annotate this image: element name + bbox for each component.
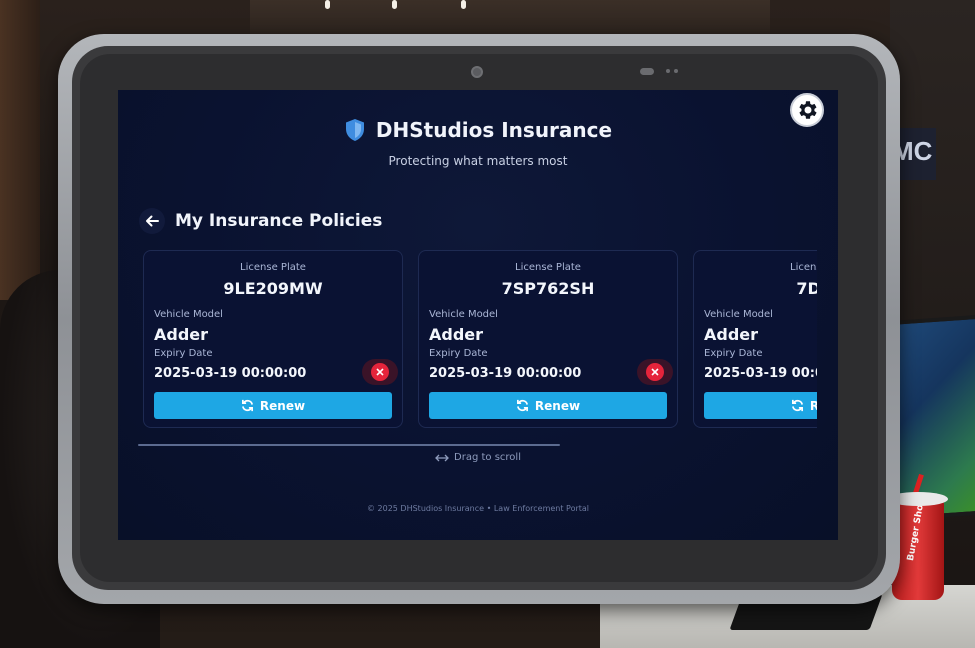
expiry-date-label: Expiry Date	[429, 348, 488, 359]
tablet-screen: DHStudios Insurance Protecting what matt…	[118, 90, 838, 540]
ceiling-light	[392, 0, 397, 9]
expiry-date-value: 2025-03-19 00:00:00	[154, 366, 307, 381]
ceiling-light	[325, 0, 330, 9]
section-title: My Insurance Policies	[175, 211, 383, 231]
expiry-date-label: Expiry Date	[154, 348, 213, 359]
sensor-pill	[640, 68, 654, 75]
cancel-policy-button[interactable]	[637, 359, 673, 385]
refresh-icon	[516, 399, 528, 412]
section-header: My Insurance Policies	[139, 208, 382, 234]
app-title: DHStudios Insurance	[375, 118, 613, 142]
drag-hint-text: Drag to scroll	[454, 452, 521, 463]
expiry-date-value: 2025-03-19 00:00:00	[704, 366, 817, 381]
app-header: DHStudios Insurance Protecting what matt…	[118, 118, 838, 168]
license-plate-label: License Plate	[515, 262, 581, 273]
close-icon	[371, 363, 389, 381]
camera-icon	[471, 66, 483, 78]
sensor-dot	[666, 69, 670, 73]
policy-card: License Plate 7DW8 Vehicle Model Adder E…	[693, 250, 817, 428]
back-button[interactable]	[139, 208, 165, 234]
policy-cards-scroller[interactable]: License Plate 9LE209MW Vehicle Model Add…	[143, 250, 817, 430]
renew-button[interactable]: Renew	[154, 392, 392, 419]
refresh-icon	[791, 399, 803, 412]
policy-card: License Plate 9LE209MW Vehicle Model Add…	[143, 250, 403, 428]
sensor-dot	[674, 69, 678, 73]
renew-label: Renew	[259, 398, 306, 413]
footer: © 2025 DHStudios Insurance • Law Enforce…	[366, 504, 590, 513]
renew-label: Renew	[809, 398, 817, 413]
vehicle-model-value: Adder	[704, 325, 759, 344]
expiry-date-value: 2025-03-19 00:00:00	[429, 366, 582, 381]
policy-card: License Plate 7SP762SH Vehicle Model Add…	[418, 250, 678, 428]
close-icon	[646, 363, 664, 381]
vehicle-model-label: Vehicle Model	[704, 309, 773, 320]
ceiling-light	[461, 0, 466, 9]
license-plate-value: 7SP762SH	[501, 279, 595, 298]
cancel-policy-button[interactable]	[362, 359, 398, 385]
renew-label: Renew	[534, 398, 581, 413]
cup-label: Burger Shot	[906, 499, 927, 562]
horizontal-scrollbar[interactable]	[138, 444, 560, 446]
license-plate-label: License Plate	[240, 262, 306, 273]
license-plate-label: License Plate	[790, 262, 817, 273]
license-plate-value: 7DW8	[796, 279, 817, 298]
arrows-horizontal-icon	[435, 454, 449, 461]
app-tagline: Protecting what matters most	[388, 154, 568, 168]
vehicle-model-label: Vehicle Model	[429, 309, 498, 320]
brand: DHStudios Insurance	[344, 118, 612, 142]
drag-hint: Drag to scroll	[118, 452, 838, 463]
vehicle-model-label: Vehicle Model	[154, 309, 223, 320]
license-plate-value: 9LE209MW	[223, 279, 323, 298]
arrow-left-icon	[146, 215, 159, 227]
renew-button[interactable]: Renew	[429, 392, 667, 419]
refresh-icon	[241, 399, 253, 412]
shield-icon	[345, 119, 364, 141]
vehicle-model-value: Adder	[429, 325, 484, 344]
expiry-date-label: Expiry Date	[704, 348, 763, 359]
vehicle-model-value: Adder	[154, 325, 209, 344]
renew-button[interactable]: Renew	[704, 392, 817, 419]
background-pillar	[0, 0, 40, 300]
